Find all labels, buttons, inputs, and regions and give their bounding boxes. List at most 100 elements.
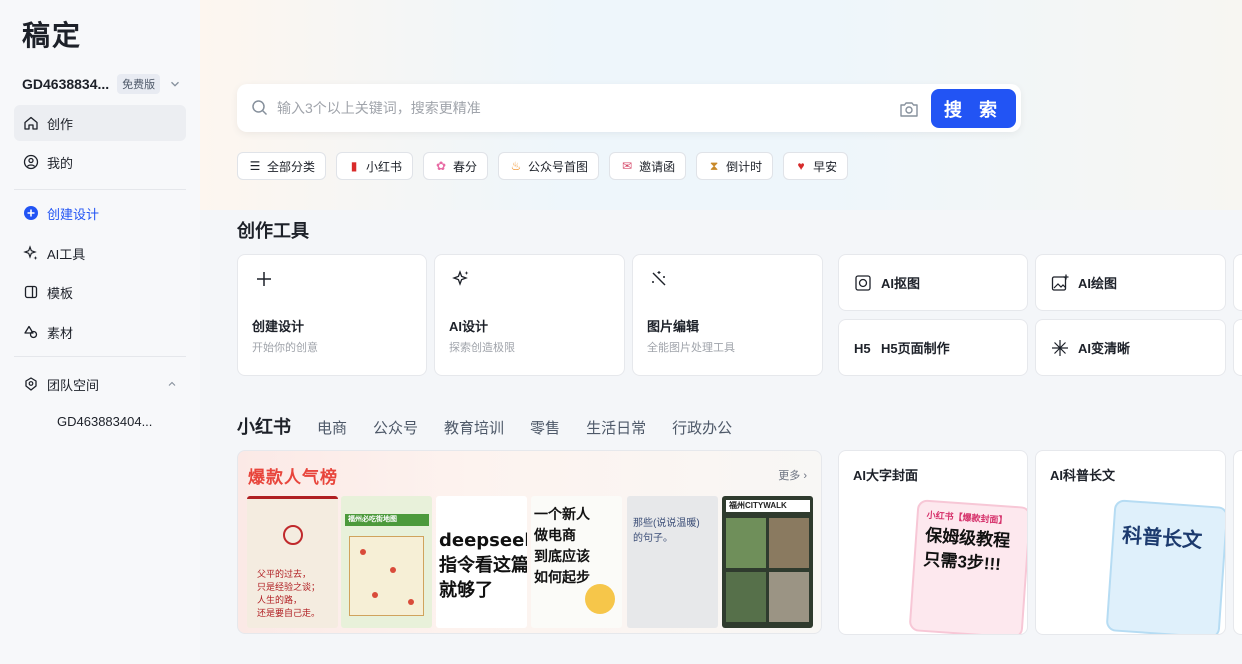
sidebar-item-mine[interactable]: 我的 bbox=[14, 144, 186, 180]
envelope-icon: ✉ bbox=[622, 159, 633, 173]
tool-name: 图片编辑 bbox=[647, 319, 700, 334]
sparkle-icon bbox=[1052, 339, 1068, 356]
map-pin-icon bbox=[372, 592, 378, 598]
tab-office[interactable]: 行政办公 bbox=[672, 417, 732, 438]
template-thumbnail[interactable]: deepseek 指令看这篇 就够了 bbox=[436, 496, 527, 628]
sidebar-item-label: 创作 bbox=[47, 116, 74, 132]
thumbnail-text: 福州必吃街地图 bbox=[345, 514, 429, 526]
sparkle-icon bbox=[452, 270, 469, 286]
tool-desc: 开始你的创意 bbox=[252, 342, 318, 354]
tool-name: AI变清晰 bbox=[1078, 341, 1131, 356]
team-icon bbox=[25, 377, 37, 391]
tab-ecommerce[interactable]: 电商 bbox=[317, 417, 347, 438]
sidebar-item-create-design[interactable]: 创建设计 bbox=[14, 195, 186, 231]
creation-tools-title: 创作工具 bbox=[237, 221, 309, 241]
tool-card-ai-drawing[interactable]: AI绘图 bbox=[1035, 254, 1226, 311]
more-link[interactable]: 更多 › bbox=[778, 467, 807, 483]
team-space-item[interactable]: GD463883404... bbox=[57, 414, 152, 429]
tool-card-h5-page[interactable]: H5 H5页面制作 bbox=[838, 319, 1028, 376]
tool-card-ai-design[interactable]: AI设计 探索创造极限 bbox=[434, 254, 625, 376]
promo-card-ai-big-text-cover[interactable]: AI大字封面 小红书【爆款封面】 保姆级教程 只需3步!!! bbox=[838, 450, 1028, 635]
app-logo[interactable]: 稿定 bbox=[22, 14, 82, 54]
template-thumbnail[interactable]: 那些(说说温暖) 的句子。 bbox=[627, 496, 718, 628]
chip-invitation[interactable]: ✉ 邀请函 bbox=[609, 152, 687, 180]
search-button[interactable]: 搜 索 bbox=[931, 89, 1016, 128]
photo-tile bbox=[726, 518, 766, 568]
sidebar-item-materials[interactable]: 素材 bbox=[14, 314, 186, 350]
promo-art-text: 科普长文 bbox=[1121, 524, 1203, 553]
map-pin-icon bbox=[360, 549, 366, 555]
chip-all-categories[interactable]: ☰ 全部分类 bbox=[237, 152, 327, 180]
chip-label: 早安 bbox=[813, 159, 838, 174]
plus-icon bbox=[257, 272, 271, 286]
tool-card-image-edit[interactable]: 图片编辑 全能图片处理工具 bbox=[632, 254, 823, 376]
photo-tile bbox=[769, 572, 809, 622]
tab-retail[interactable]: 零售 bbox=[530, 417, 560, 438]
template-thumbnail[interactable]: 福州必吃街地图 bbox=[341, 496, 432, 628]
chip-wechat-cover[interactable]: ♨ 公众号首图 bbox=[498, 152, 600, 180]
chip-label: 全部分类 bbox=[267, 159, 316, 174]
category-tabs: 小红书 电商 公众号 教育培训 零售 生活日常 行政办公 bbox=[237, 413, 732, 439]
home-icon bbox=[24, 116, 38, 130]
sidebar-divider bbox=[14, 189, 186, 190]
photo-tile bbox=[726, 572, 766, 622]
sidebar-item-label: 创建设计 bbox=[47, 206, 100, 222]
tab-xiaohongshu[interactable]: 小红书 bbox=[237, 413, 291, 439]
user-icon bbox=[23, 154, 39, 170]
sidebar-item-label: 模板 bbox=[47, 285, 74, 301]
chevron-up-icon[interactable] bbox=[166, 378, 178, 390]
template-thumbnail[interactable]: 福州CITYWALK bbox=[722, 496, 813, 628]
promo-tag: 小红书【爆款封面】 bbox=[926, 509, 1008, 526]
camera-icon[interactable] bbox=[899, 100, 919, 118]
chip-good-morning[interactable]: ♥ 早安 bbox=[783, 152, 849, 180]
tool-card-create-design[interactable]: 创建设计 开始你的创意 bbox=[237, 254, 427, 376]
promo-card-partial[interactable] bbox=[1233, 450, 1242, 635]
chip-label: 倒计时 bbox=[726, 159, 763, 174]
chip-countdown[interactable]: ⧗ 倒计时 bbox=[696, 152, 774, 180]
sidebar: 稿定 GD4638834... 免费版 创作 我的 创建设计 AI工具 模板 素… bbox=[0, 0, 200, 664]
chip-spring-equinox[interactable]: ✿ 春分 bbox=[423, 152, 489, 180]
sidebar-item-label: 素材 bbox=[47, 325, 74, 341]
chip-label: 邀请函 bbox=[639, 159, 676, 174]
tool-name: AI绘图 bbox=[1078, 276, 1118, 291]
menu-icon: ☰ bbox=[249, 159, 261, 173]
hourglass-icon: ⧗ bbox=[709, 158, 719, 173]
sparkle-icon bbox=[23, 245, 38, 260]
promo-illustration: 科普长文 bbox=[1105, 499, 1225, 634]
tool-desc: 探索创造极限 bbox=[449, 342, 515, 354]
red-book-icon: ▮ bbox=[350, 159, 358, 173]
chip-xiaohongshu[interactable]: ▮ 小红书 bbox=[336, 152, 414, 180]
template-thumbnail[interactable]: 父平的过去， 只是经验之谈； 人生的路， 还是要自己走。 bbox=[247, 496, 338, 628]
tool-card-partial[interactable] bbox=[1233, 319, 1242, 376]
template-thumbnail[interactable]: 一个新人 做电商 到底应该 如何起步 bbox=[531, 496, 622, 628]
sidebar-item-create[interactable]: 创作 bbox=[14, 105, 186, 141]
promo-illustration: 小红书【爆款封面】 保姆级教程 只需3步!!! bbox=[908, 499, 1027, 634]
account-switcher[interactable]: GD4638834... 免费版 bbox=[22, 74, 182, 94]
more-label: 更多 bbox=[778, 470, 801, 482]
quick-category-chips: ☰ 全部分类 ▮ 小红书 ✿ 春分 ♨ 公众号首图 ✉ 邀请函 ⧗ 倒计时 ♥ … bbox=[237, 152, 849, 180]
thumbnail-text: 父平的过去， 只是经验之谈； 人生的路， 还是要自己走。 bbox=[257, 570, 321, 619]
sidebar-divider bbox=[14, 356, 186, 357]
account-name: GD4638834... bbox=[22, 76, 110, 92]
image-plus-icon bbox=[1051, 274, 1069, 291]
flower-icon: ✿ bbox=[436, 159, 447, 173]
sidebar-item-label: AI工具 bbox=[47, 246, 86, 262]
map-pin-icon bbox=[390, 567, 396, 573]
tool-card-ai-cutout[interactable]: AI抠图 bbox=[838, 254, 1028, 311]
sidebar-item-ai-tools[interactable]: AI工具 bbox=[14, 235, 186, 271]
flame-icon: ♨ bbox=[510, 159, 522, 173]
chevron-right-icon: › bbox=[803, 470, 807, 482]
tool-card-partial[interactable] bbox=[1233, 254, 1242, 311]
magic-wand-icon bbox=[652, 271, 666, 286]
promo-art-text: 保姆级教程 只需3步!!! bbox=[922, 525, 1011, 575]
tool-name: AI设计 bbox=[449, 319, 489, 334]
search-input[interactable] bbox=[277, 94, 877, 122]
tool-card-ai-sharpen[interactable]: AI变清晰 bbox=[1035, 319, 1226, 376]
promo-card-ai-science-article[interactable]: AI科普长文 科普长文 bbox=[1035, 450, 1226, 635]
tab-wechat[interactable]: 公众号 bbox=[373, 417, 418, 438]
sidebar-item-team-space[interactable]: 团队空间 bbox=[14, 366, 186, 402]
tab-education[interactable]: 教育培训 bbox=[444, 417, 504, 438]
sidebar-item-templates[interactable]: 模板 bbox=[14, 274, 186, 310]
hot-ranking-panel: 爆款人气榜 更多 › 父平的过去， 只是经验之谈； 人生的路， 还是要自己走。 … bbox=[237, 450, 822, 634]
tab-daily-life[interactable]: 生活日常 bbox=[586, 417, 646, 438]
